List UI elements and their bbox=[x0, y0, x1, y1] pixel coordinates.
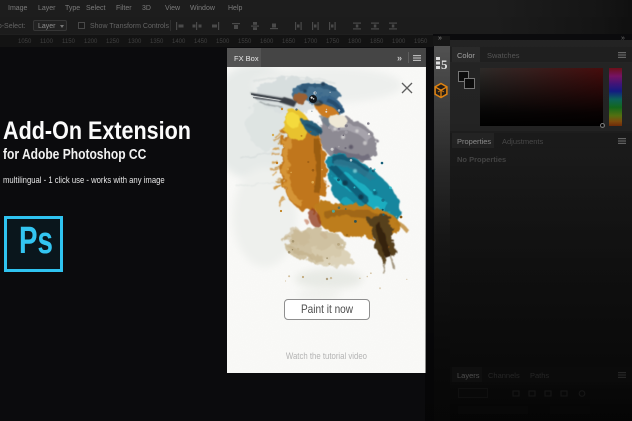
svg-text:5: 5 bbox=[441, 57, 448, 72]
